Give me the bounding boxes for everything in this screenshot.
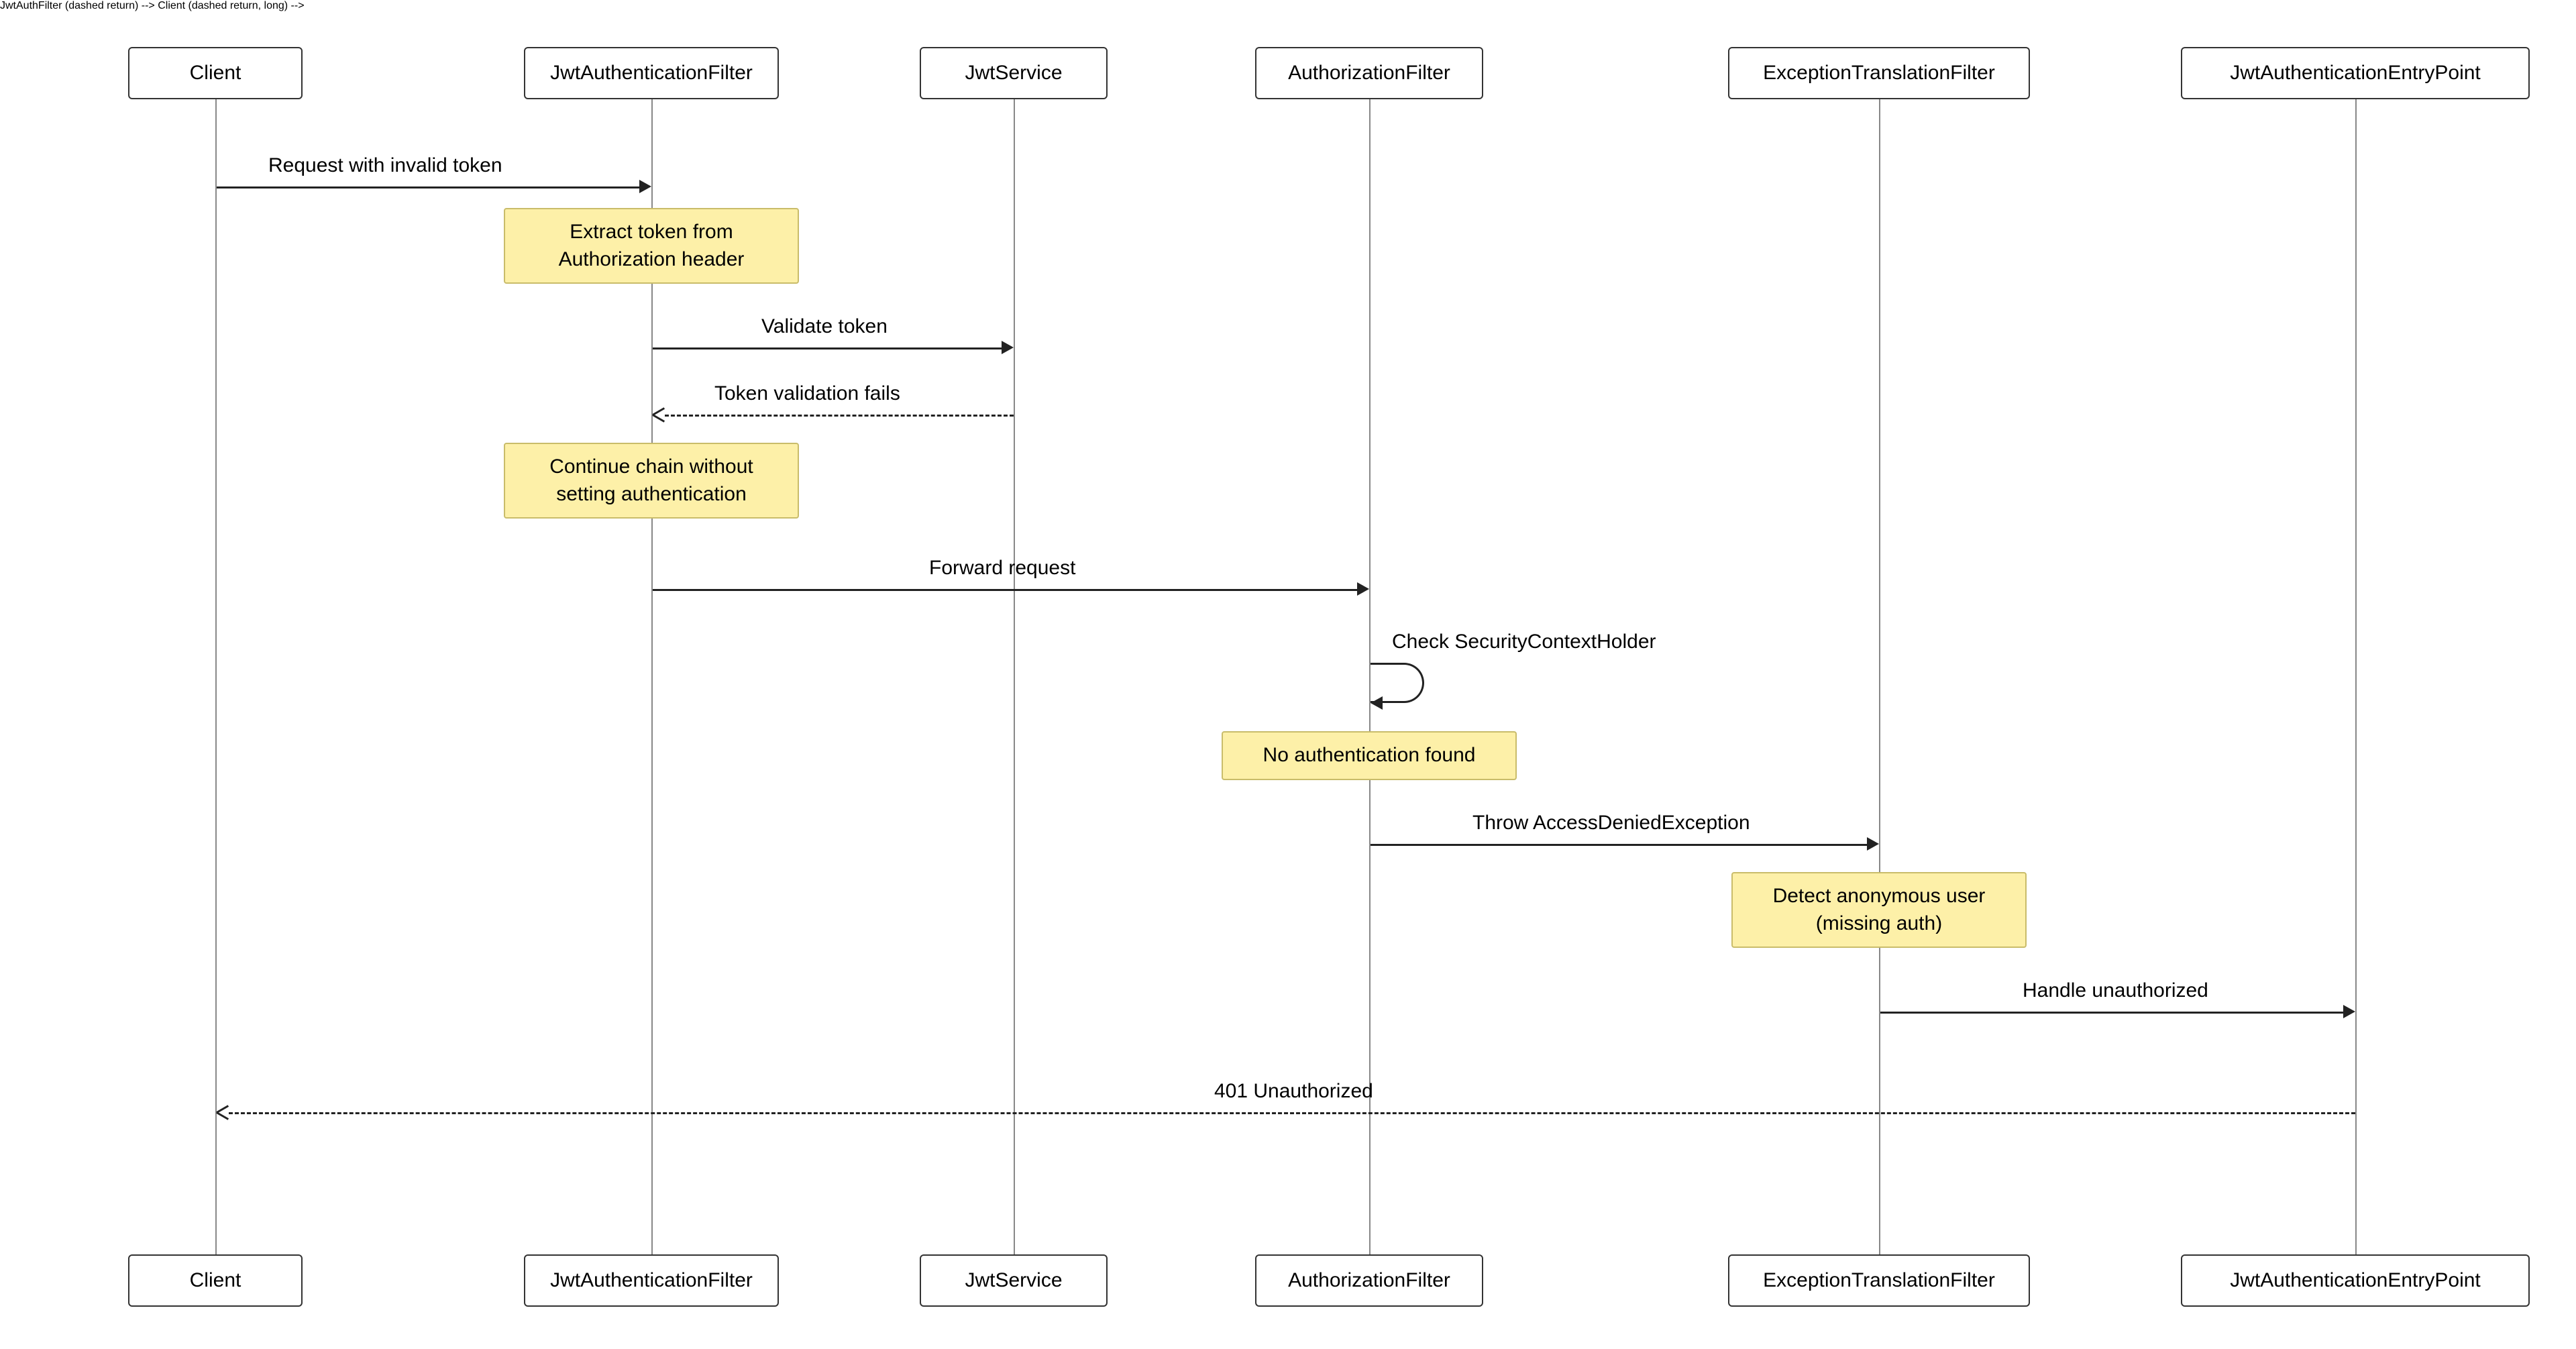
message-handle-unauthorized: Handle unauthorized [2023, 979, 2208, 1002]
message-token-fails: Token validation fails [714, 382, 900, 405]
actor-authzfilter-top: AuthorizationFilter [1255, 47, 1483, 99]
lifeline-extransfilter [1879, 87, 1880, 1254]
actor-label: JwtService [965, 62, 1062, 85]
note-line: setting authentication [556, 483, 747, 505]
note-line: (missing auth) [1816, 912, 1942, 934]
actor-label: ExceptionTranslationFilter [1763, 1269, 1995, 1292]
note-line: Extract token from [570, 221, 733, 243]
actor-label: JwtService [965, 1269, 1062, 1292]
actor-extransfilter-bottom: ExceptionTranslationFilter [1728, 1254, 2030, 1307]
arrow-m7 [1880, 1012, 2343, 1014]
arrow-m3 [665, 415, 1014, 417]
actor-jwtauthfilter-top: JwtAuthenticationFilter [524, 47, 779, 99]
note-line: Detect anonymous user [1773, 885, 1986, 907]
arrow-m6 [1371, 844, 1867, 846]
actor-label: JwtAuthenticationEntryPoint [2230, 1269, 2481, 1292]
note-line: No authentication found [1263, 744, 1476, 766]
actor-jwtentrypoint-top: JwtAuthenticationEntryPoint [2181, 47, 2530, 99]
arrowhead-m1 [639, 180, 651, 193]
arrow-m2 [653, 347, 1002, 349]
note-extract-token: Extract token from Authorization header [504, 208, 799, 284]
actor-label: AuthorizationFilter [1288, 1269, 1450, 1292]
message-request-invalid-token: Request with invalid token [268, 154, 502, 177]
note-detect-anonymous: Detect anonymous user (missing auth) [1731, 872, 2027, 948]
message-check-securitycontext: Check SecurityContextHolder [1392, 631, 1656, 653]
arrow-m8 [229, 1112, 2355, 1114]
message-validate-token: Validate token [761, 315, 888, 338]
arrowhead-m7 [2343, 1005, 2355, 1018]
actor-label: Client [190, 1269, 241, 1292]
actor-client-top: Client [128, 47, 303, 99]
actor-authzfilter-bottom: AuthorizationFilter [1255, 1254, 1483, 1307]
actor-extransfilter-top: ExceptionTranslationFilter [1728, 47, 2030, 99]
actor-jwtservice-top: JwtService [920, 47, 1108, 99]
actor-label: JwtAuthenticationFilter [550, 62, 753, 85]
lifeline-client [215, 87, 217, 1254]
message-401-unauthorized: 401 Unauthorized [1214, 1080, 1373, 1103]
actor-label: AuthorizationFilter [1288, 62, 1450, 85]
actor-label: ExceptionTranslationFilter [1763, 62, 1995, 85]
message-throw-accessdenied: Throw AccessDeniedException [1472, 812, 1750, 834]
message-forward-request: Forward request [929, 557, 1075, 580]
actor-jwtservice-bottom: JwtService [920, 1254, 1108, 1307]
actor-label: JwtAuthenticationEntryPoint [2230, 62, 2481, 85]
actor-jwtentrypoint-bottom: JwtAuthenticationEntryPoint [2181, 1254, 2530, 1307]
arrowhead-m2 [1002, 341, 1014, 354]
note-continue-chain: Continue chain without setting authentic… [504, 443, 799, 519]
arrowhead-m6 [1867, 837, 1879, 851]
lifeline-jwtservice [1014, 87, 1015, 1254]
lifeline-jwtentrypoint [2355, 87, 2357, 1254]
actor-label: JwtAuthenticationFilter [550, 1269, 753, 1292]
actor-client-bottom: Client [128, 1254, 303, 1307]
note-line: Authorization header [559, 248, 745, 270]
arrow-m1 [217, 186, 639, 188]
arrowhead-m4 [1357, 582, 1369, 596]
note-no-auth-found: No authentication found [1222, 731, 1517, 780]
actor-label: Client [190, 62, 241, 85]
arrowhead-m5 [1371, 696, 1383, 710]
arrow-m4 [653, 589, 1357, 591]
actor-jwtauthfilter-bottom: JwtAuthenticationFilter [524, 1254, 779, 1307]
note-line: Continue chain without [549, 455, 753, 478]
